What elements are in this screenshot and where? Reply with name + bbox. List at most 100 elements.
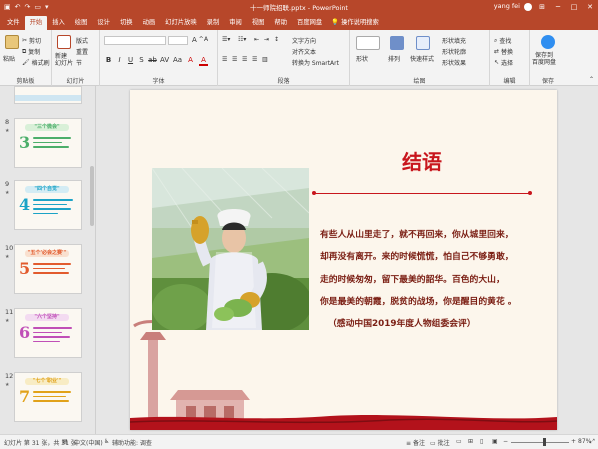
collapse-ribbon-icon[interactable]: ⌃ — [589, 76, 594, 83]
close-button[interactable]: ✕ — [582, 0, 598, 14]
tab-view[interactable]: 视图 — [247, 16, 270, 30]
cut-button[interactable]: ✂ 剪切 — [22, 36, 41, 45]
new-slide-button[interactable]: 新建 幻灯片 — [55, 53, 73, 67]
line-spacing-icon[interactable]: ↕ — [274, 36, 279, 43]
save-icon[interactable]: ▣ — [4, 3, 11, 11]
tab-animations[interactable]: 动画 — [138, 16, 161, 30]
decrease-indent-icon[interactable]: ⇤ — [254, 36, 259, 43]
accessibility-status[interactable]: 辅助功能: 调查 — [112, 438, 152, 447]
comments-button[interactable]: ▭ 批注 — [430, 438, 450, 447]
bold-button[interactable]: B — [104, 56, 113, 64]
justify-icon[interactable]: ☰ — [252, 56, 257, 63]
columns-icon[interactable]: ▥ — [262, 56, 268, 63]
tab-insert[interactable]: 插入 — [47, 16, 70, 30]
slide-thumbnail[interactable]: "五个'必会之赛'" 5 — [14, 244, 82, 294]
tab-design[interactable]: 设计 — [92, 16, 115, 30]
shape-effects-button[interactable]: 形状效果 — [442, 58, 466, 67]
arrange-button[interactable]: 排列 — [388, 54, 400, 63]
slide-thumbnail[interactable]: "六个坚持" 6 — [14, 308, 82, 358]
layout-button[interactable]: 版式 — [76, 36, 88, 45]
redo-icon[interactable]: ↷ — [25, 3, 31, 11]
customize-qat-icon[interactable]: ▾ — [45, 3, 49, 11]
slide-thumbnail[interactable]: "四个自觉" 4 — [14, 180, 82, 230]
new-slide-icon[interactable] — [57, 35, 71, 49]
paste-icon[interactable] — [5, 35, 19, 49]
maximize-button[interactable]: □ — [566, 0, 582, 14]
decrease-font-icon[interactable]: A — [204, 36, 208, 43]
copy-button[interactable]: ⧉ 复制 — [22, 47, 40, 57]
smartart-button[interactable]: 转换为 SmartArt — [292, 58, 339, 67]
current-slide[interactable]: 结语 有些人从山里走了，就不再回来，你从城里回来， 却再没有离开。来的时候慌慌，… — [130, 90, 557, 430]
quick-styles-icon[interactable] — [416, 36, 430, 50]
replace-button[interactable]: ⇄ 替换 — [494, 47, 513, 56]
shape-outline-button[interactable]: 形状轮廓 — [442, 47, 466, 56]
shapes-button[interactable]: 形状 — [356, 54, 368, 63]
tab-review[interactable]: 审阅 — [224, 16, 247, 30]
normal-view-icon[interactable]: ▭ — [456, 438, 462, 445]
align-left-icon[interactable]: ☰ — [222, 56, 227, 63]
format-painter-button[interactable]: 🖌 格式刷 — [22, 58, 50, 67]
highlight-button[interactable]: A — [186, 56, 195, 64]
slide-thumbnail-partial[interactable] — [14, 86, 82, 104]
align-text-button[interactable]: 对齐文本 — [292, 47, 316, 56]
font-name-select[interactable] — [104, 36, 166, 45]
tab-draw[interactable]: 绘图 — [70, 16, 93, 30]
tab-home[interactable]: 开始 — [24, 16, 48, 30]
zoom-in-button[interactable]: + — [571, 438, 576, 445]
select-button[interactable]: ↖ 选择 — [494, 58, 513, 67]
tab-transitions[interactable]: 切换 — [115, 16, 138, 30]
ribbon-display-options-icon[interactable]: ⊞ — [534, 0, 550, 14]
zoom-slider[interactable] — [511, 442, 569, 443]
slide-sorter-icon[interactable]: ⊞ — [468, 438, 473, 445]
shadow-button[interactable]: S — [137, 56, 146, 64]
undo-icon[interactable]: ↶ — [15, 3, 21, 11]
fit-slide-icon[interactable]: ⤢ — [590, 438, 595, 446]
thumbnail-scrollbar-thumb[interactable] — [90, 166, 94, 226]
save-to-baidu-button[interactable]: 保存到 百度网盘 — [532, 52, 556, 66]
char-spacing-button[interactable]: AV — [160, 56, 169, 64]
tab-file[interactable]: 文件 — [2, 16, 25, 30]
slide-title[interactable]: 结语 — [380, 146, 464, 175]
zoom-out-button[interactable]: − — [503, 438, 508, 445]
tab-record[interactable]: 录制 — [202, 16, 225, 30]
text-direction-button[interactable]: 文字方向 — [292, 36, 316, 45]
arrange-icon[interactable] — [390, 36, 404, 50]
notes-button[interactable]: ≡ 备注 — [406, 438, 425, 447]
font-color-button[interactable]: A — [199, 56, 208, 66]
start-from-beginning-icon[interactable]: ▭ — [34, 3, 41, 11]
increase-indent-icon[interactable]: ⇥ — [264, 36, 269, 43]
avatar[interactable] — [524, 3, 532, 11]
quick-styles-button[interactable]: 快速样式 — [410, 54, 434, 63]
baidu-cloud-icon[interactable] — [541, 35, 555, 49]
paste-button[interactable]: 粘贴 — [3, 54, 15, 63]
slideshow-view-icon[interactable]: ▣ — [492, 438, 498, 445]
tab-baidu[interactable]: 百度网盘 — [292, 16, 327, 30]
align-right-icon[interactable]: ☰ — [242, 56, 247, 63]
increase-font-icon[interactable]: A ^ — [192, 36, 204, 44]
zoom-slider-handle[interactable] — [543, 438, 546, 446]
bullets-icon[interactable]: ☰▾ — [222, 36, 230, 43]
shape-fill-button[interactable]: 形状填充 — [442, 36, 466, 45]
tab-help[interactable]: 帮助 — [269, 16, 292, 30]
find-button[interactable]: ⌕ 查找 — [494, 36, 511, 46]
numbering-icon[interactable]: ☷▾ — [238, 36, 246, 43]
shapes-gallery[interactable] — [356, 36, 380, 50]
change-case-button[interactable]: Aa — [173, 56, 182, 64]
language-indicator[interactable]: 中文(中国) — [74, 438, 103, 447]
slide-thumbnail[interactable]: "三个微会" 3 — [14, 118, 82, 168]
reset-button[interactable]: 重置 — [76, 47, 88, 56]
strikethrough-button[interactable]: ab — [148, 56, 157, 64]
italic-button[interactable]: I — [115, 56, 124, 64]
underline-button[interactable]: U — [126, 56, 135, 64]
thumbnail-scrollbar[interactable] — [89, 86, 94, 434]
tab-slideshow[interactable]: 幻灯片放映 — [160, 16, 201, 30]
slide-body-text[interactable]: 有些人从山里走了，就不再回来，你从城里回来， 却再没有离开。来的时候慌慌，怕自己… — [320, 224, 538, 335]
tell-me-search[interactable]: 💡 操作说明搜索 — [327, 16, 379, 30]
minimize-button[interactable]: ─ — [550, 0, 566, 14]
align-center-icon[interactable]: ☰ — [232, 56, 237, 63]
section-button[interactable]: 节 — [76, 58, 82, 67]
slide-thumbnail[interactable]: "七个'职业'" 7 — [14, 372, 82, 422]
user-name[interactable]: yang fei — [494, 2, 520, 10]
font-size-select[interactable] — [168, 36, 188, 45]
spellcheck-icon[interactable]: ▤ — [62, 438, 68, 445]
